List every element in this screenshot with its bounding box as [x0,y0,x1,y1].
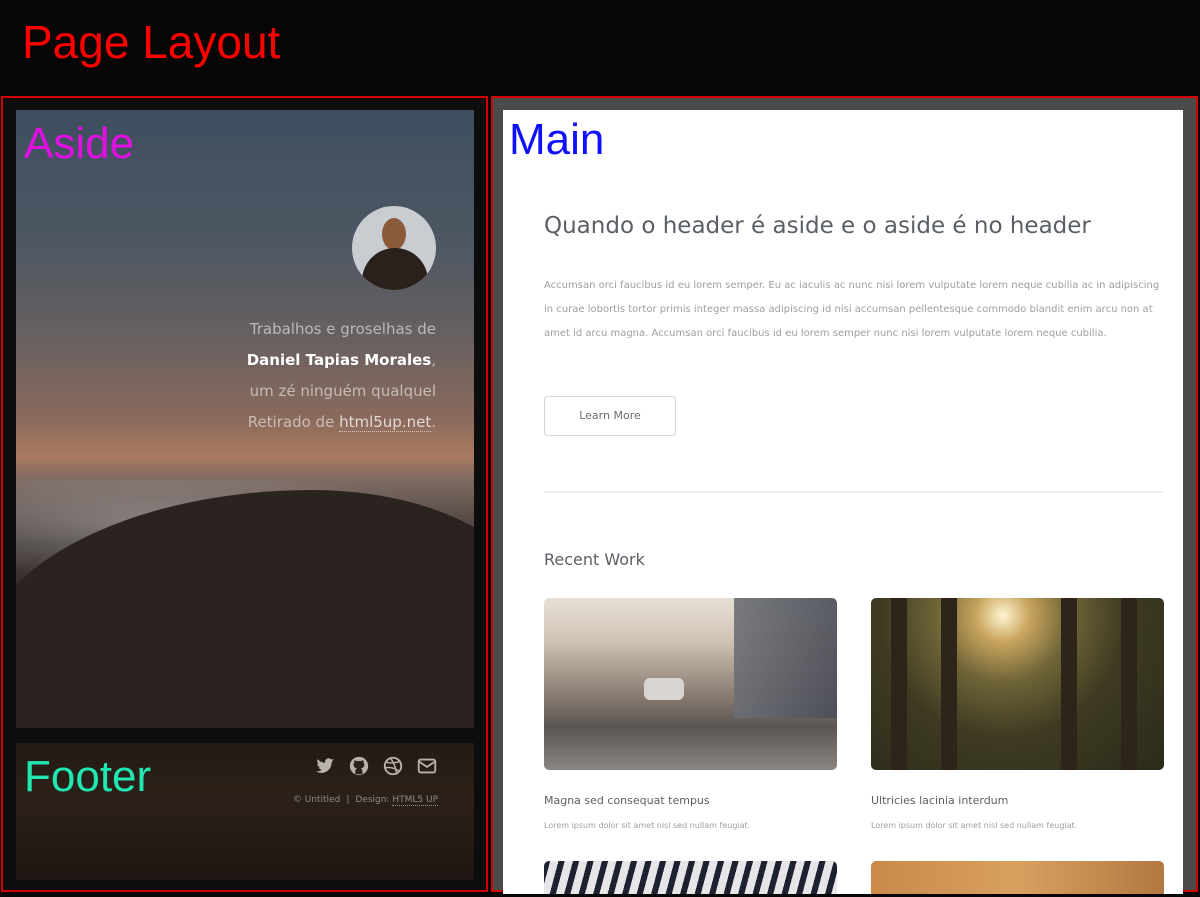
bio-line-2: Daniel Tapias Morales, [136,345,436,376]
avatar-head [382,218,406,250]
main-heading: Quando o header é aside e o aside é no h… [544,213,1091,239]
aside-region-label: Aside [24,119,135,168]
tree-trunk [1061,598,1077,770]
dribbble-icon[interactable] [382,755,404,777]
learn-more-button[interactable]: Learn More [544,396,676,436]
work-title[interactable]: Ultricies lacinia interdum [871,794,1008,807]
github-icon[interactable] [348,755,370,777]
source-link[interactable]: html5up.net [339,413,432,432]
tree-trunk [1121,598,1137,770]
work-thumbnail-forest[interactable] [871,598,1164,770]
bio-line-3: um zé ninguém qualquel [249,382,436,400]
main-region-label: Main [509,115,605,164]
main-paragraph: Accumsan orci faucibus id eu lorem sempe… [544,280,1160,339]
bio-source-suffix: . [431,413,436,431]
design-credit-link[interactable]: HTML5 UP [392,795,438,806]
bio-line-4: Retirado de html5up.net. [136,407,436,438]
work-thumbnail-partial[interactable] [871,861,1164,894]
bio-source-prefix: Retirado de [247,413,335,431]
social-icons [314,755,438,777]
work-description: Lorem ipsum dolor sit amet nisl sed null… [544,821,751,830]
envelope-icon[interactable] [416,755,438,777]
avatar-body [362,248,428,290]
footer-panel: Footer © Untitled | Design: HTML5 UP [16,743,474,880]
recent-work-title: Recent Work [544,550,645,569]
work-thumbnail-street[interactable] [544,598,837,770]
twitter-icon[interactable] [314,755,336,777]
work-description: Lorem ipsum dolor sit amet nisl sed null… [871,821,1078,830]
bio-text: Trabalhos e groselhas de Daniel Tapias M… [136,314,436,438]
page-title: Page Layout [22,16,281,68]
copyright-line: © Untitled | Design: HTML5 UP [292,795,438,806]
work-thumbnail-partial[interactable] [544,861,837,894]
bio-line-1: Trabalhos e groselhas de [249,320,436,338]
avatar [352,206,436,290]
design-label: Design: [355,795,390,805]
work-title[interactable]: Magna sed consequat tempus [544,794,710,807]
tree-trunk [941,598,957,770]
copyright-text: © Untitled [292,795,341,805]
author-name-suffix: , [431,351,436,369]
aside-panel: Aside Trabalhos e groselhas de Daniel Ta… [16,110,474,728]
divider [544,491,1164,493]
separator: | [346,795,350,805]
footer-region-label: Footer [24,752,152,801]
building-shape [734,598,837,718]
car-shape [644,678,684,700]
author-name: Daniel Tapias Morales [246,351,432,369]
tree-trunk [891,598,907,770]
main-panel: Main Quando o header é aside e o aside é… [503,110,1183,894]
